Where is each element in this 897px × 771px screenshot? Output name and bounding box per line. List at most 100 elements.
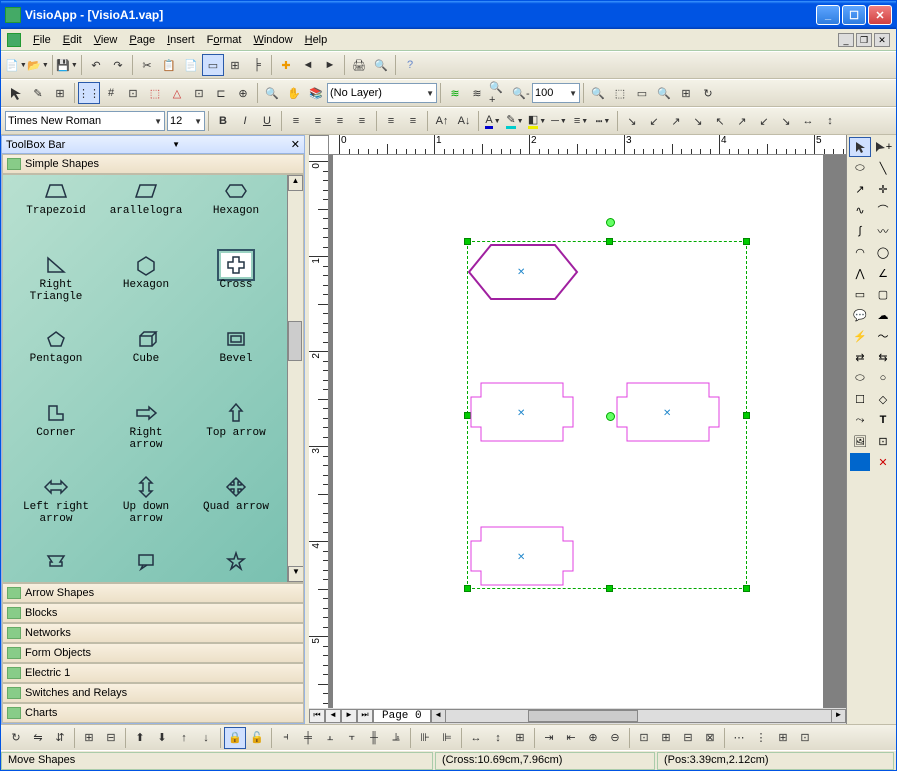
tool-connector[interactable]: ⤳ — [849, 410, 871, 430]
pan-button[interactable]: ✋ — [283, 82, 305, 104]
category-charts[interactable]: Charts — [2, 703, 304, 723]
center-v-button[interactable]: ⊖ — [604, 727, 626, 749]
handle-w[interactable] — [464, 412, 471, 419]
conn-3-button[interactable]: ↙ — [753, 110, 775, 132]
font-color-button[interactable]: A▼ — [482, 110, 504, 132]
dist-v-button[interactable]: ⊫ — [436, 727, 458, 749]
align-just-button[interactable]: ≡ — [351, 110, 373, 132]
paste-button[interactable]: 📄 — [180, 54, 202, 76]
conn-4-button[interactable]: ↘ — [775, 110, 797, 132]
toolbox-dropdown-icon[interactable]: ▼ — [172, 140, 180, 149]
tool-delete[interactable]: ✕ — [872, 452, 894, 472]
conn-5-button[interactable]: ↔ — [797, 110, 819, 132]
zoom-100-button[interactable]: ⊞ — [675, 82, 697, 104]
shape-tarrow[interactable]: Top arrow — [191, 401, 281, 473]
open-button[interactable]: 📂▼ — [27, 54, 49, 76]
category-form-objects[interactable]: Form Objects — [2, 643, 304, 663]
menu-format[interactable]: Format — [201, 32, 248, 48]
shape-bevel[interactable]: Bevel — [191, 327, 281, 399]
prev-button[interactable]: ◄ — [297, 54, 319, 76]
page[interactable]: ✕ ✕ ✕ ✕ — [333, 155, 823, 708]
shape-qarrow[interactable]: Quad arrow — [191, 475, 281, 547]
mdi-close[interactable]: ✕ — [874, 33, 890, 47]
shape-hex2[interactable]: Hexagon — [101, 253, 191, 325]
tool-button-2[interactable]: ╞ — [246, 54, 268, 76]
category-networks[interactable]: Networks — [2, 623, 304, 643]
misc-3-button[interactable]: ⊞ — [772, 727, 794, 749]
mdi-minimize[interactable]: _ — [838, 33, 854, 47]
conn-u-button[interactable]: ↗ — [665, 110, 687, 132]
layer-del-button[interactable]: ≋ — [466, 82, 488, 104]
tool-text[interactable]: T — [872, 410, 894, 430]
tool-button-1[interactable]: ⊞ — [224, 54, 246, 76]
align-l-button[interactable]: ⫞ — [275, 727, 297, 749]
tool-color[interactable] — [849, 452, 871, 472]
align-c-button[interactable]: ╪ — [297, 727, 319, 749]
preview-button[interactable]: 🔍 — [370, 54, 392, 76]
fill-button[interactable]: ◧▼ — [526, 110, 548, 132]
conn-l-button[interactable]: ↙ — [643, 110, 665, 132]
tool-ellipse-arc[interactable]: ◯ — [872, 242, 894, 262]
misc-4-button[interactable]: ⊡ — [794, 727, 816, 749]
category-arrow-shapes[interactable]: Arrow Shapes — [2, 583, 304, 603]
handle-se[interactable] — [743, 585, 750, 592]
tool-polyline[interactable]: ⋀ — [849, 263, 871, 283]
redo-button[interactable]: ↷ — [107, 54, 129, 76]
center-handle[interactable] — [606, 412, 615, 421]
tool-angle[interactable]: ∠ — [872, 263, 894, 283]
grid-button[interactable]: ⊞ — [49, 82, 71, 104]
shape-cube[interactable]: Cube — [101, 327, 191, 399]
toolbox-scrollbar[interactable]: ▲ ▼ — [287, 175, 303, 582]
tool-spline[interactable]: 〰 — [872, 221, 894, 241]
valign-button[interactable]: ≡ — [380, 110, 402, 132]
tool-bezier[interactable]: ∫ — [849, 221, 871, 241]
layer-select[interactable]: (No Layer)▼ — [327, 83, 437, 103]
close-button[interactable]: ✕ — [868, 5, 892, 25]
align-center-button[interactable]: ≡ — [307, 110, 329, 132]
page-tab[interactable]: Page 0 — [373, 709, 431, 723]
underline-button[interactable]: U — [256, 110, 278, 132]
canvas[interactable]: ✕ ✕ ✕ ✕ — [329, 155, 846, 708]
same-wh-button[interactable]: ⊞ — [509, 727, 531, 749]
tool-curve[interactable]: ∿ — [849, 200, 871, 220]
shape-rtri[interactable]: Right Triangle — [11, 253, 101, 325]
cut-button[interactable]: ✂ — [136, 54, 158, 76]
align-m-button[interactable]: ╫ — [363, 727, 385, 749]
backward-button[interactable]: ↓ — [195, 727, 217, 749]
menu-file[interactable]: File — [27, 32, 57, 48]
tool-cloud[interactable]: ☁ — [872, 305, 894, 325]
zoom-prev-button[interactable]: ↻ — [697, 82, 719, 104]
snap-center-button[interactable]: ⊡ — [188, 82, 210, 104]
zoom-sel-button[interactable]: ⬚ — [609, 82, 631, 104]
snap-guide-button[interactable]: # — [100, 82, 122, 104]
maximize-button[interactable]: ☐ — [842, 5, 866, 25]
shape-para[interactable]: arallelogra — [101, 179, 191, 251]
size-1-button[interactable]: ⊡ — [633, 727, 655, 749]
group-button[interactable]: ⊞ — [78, 727, 100, 749]
category-simple-shapes[interactable]: Simple Shapes — [2, 154, 304, 174]
tool-wave[interactable]: 〜 — [872, 326, 894, 346]
unlock-button[interactable]: 🔓 — [246, 727, 268, 749]
tool-roundrect[interactable]: ▢ — [872, 284, 894, 304]
back-button[interactable]: ⬇ — [151, 727, 173, 749]
shape-rarrow[interactable]: Right arrow — [101, 401, 191, 473]
snap-edge-button[interactable]: △ — [166, 82, 188, 104]
next-button[interactable]: ► — [319, 54, 341, 76]
tool-mirror[interactable]: ⇆ — [872, 347, 894, 367]
snap-grid-button[interactable]: ⋮⋮ — [78, 82, 100, 104]
handle-n[interactable] — [606, 238, 613, 245]
ruler-horizontal[interactable]: 012345 — [329, 135, 846, 155]
add-button[interactable]: ✚ — [275, 54, 297, 76]
forward-button[interactable]: ↑ — [173, 727, 195, 749]
copy-button[interactable]: 📋 — [158, 54, 180, 76]
align-left-button[interactable]: ≡ — [285, 110, 307, 132]
tool-line[interactable]: ╲ — [872, 158, 894, 178]
print-button[interactable]: 🖨 — [348, 54, 370, 76]
zoom-button[interactable]: 🔍 — [261, 82, 283, 104]
list-button[interactable]: ≡ — [402, 110, 424, 132]
same-h-button[interactable]: ↕ — [487, 727, 509, 749]
same-w-button[interactable]: ↔ — [465, 727, 487, 749]
handle-ne[interactable] — [743, 238, 750, 245]
minimize-button[interactable]: _ — [816, 5, 840, 25]
tool-cross[interactable]: ✛ — [872, 179, 894, 199]
